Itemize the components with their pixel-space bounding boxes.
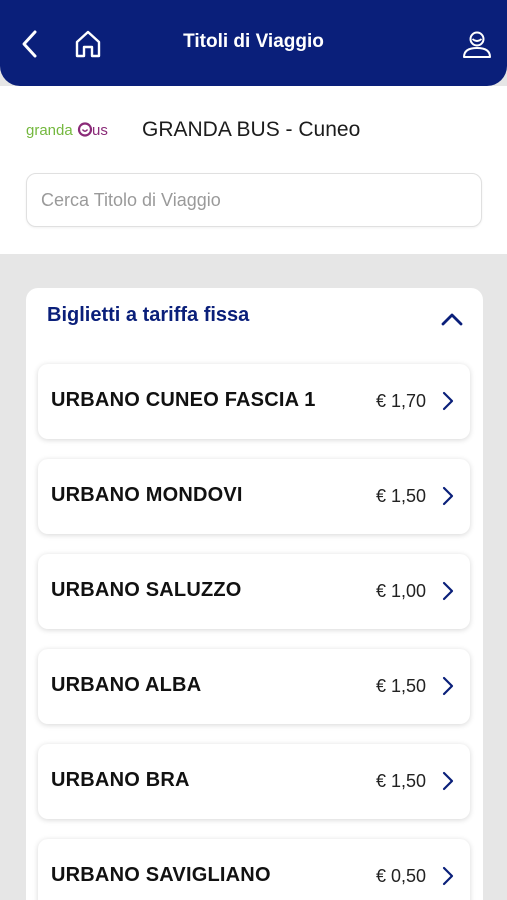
ticket-name: URBANO SALUZZO bbox=[51, 579, 242, 601]
svg-text:us: us bbox=[92, 122, 108, 139]
ticket-price: € 1,00 bbox=[375, 581, 426, 601]
ticket-price: € 1,50 bbox=[375, 676, 426, 696]
ticket-price: € 1,50 bbox=[375, 486, 426, 506]
app-header: Titoli di Viaggio bbox=[0, 0, 507, 86]
ticket-price: € 0,50 bbox=[375, 866, 426, 886]
ticket-price: € 1,50 bbox=[375, 771, 426, 791]
chevron-right-icon bbox=[442, 391, 454, 411]
ticket-name: URBANO ALBA bbox=[51, 674, 202, 696]
fixed-fare-tickets-card: Biglietti a tariffa fissa URBANO CUNEO F… bbox=[26, 288, 483, 900]
page-title: Titoli di Viaggio bbox=[183, 31, 324, 52]
chevron-right-icon bbox=[442, 676, 454, 696]
company-name: GRANDA BUS - Cuneo bbox=[142, 118, 361, 141]
brand-row: granda us GRANDA BUS - Cuneo bbox=[26, 114, 360, 146]
chevron-right-icon bbox=[442, 866, 454, 886]
granda-bus-logo: granda us bbox=[26, 118, 118, 142]
ticket-item[interactable]: URBANO MONDOVI € 1,50 bbox=[38, 459, 470, 534]
ticket-price: € 1,70 bbox=[375, 391, 426, 411]
ticket-item[interactable]: URBANO SAVIGLIANO € 0,50 bbox=[38, 839, 470, 900]
user-profile-button[interactable] bbox=[457, 24, 497, 64]
chevron-right-icon bbox=[442, 486, 454, 506]
ticket-name: URBANO CUNEO FASCIA 1 bbox=[51, 389, 316, 411]
section-title: Biglietti a tariffa fissa bbox=[47, 304, 250, 326]
svg-text:granda: granda bbox=[26, 122, 73, 139]
ticket-item[interactable]: URBANO SALUZZO € 1,00 bbox=[38, 554, 470, 629]
chevron-up-icon[interactable] bbox=[439, 306, 465, 332]
ticket-name: URBANO SAVIGLIANO bbox=[51, 864, 271, 886]
ticket-name: URBANO BRA bbox=[51, 769, 190, 791]
ticket-item[interactable]: URBANO BRA € 1,50 bbox=[38, 744, 470, 819]
search-input[interactable] bbox=[26, 173, 482, 227]
chevron-right-icon bbox=[442, 581, 454, 601]
ticket-item[interactable]: URBANO CUNEO FASCIA 1 € 1,70 bbox=[38, 364, 470, 439]
ticket-item[interactable]: URBANO ALBA € 1,50 bbox=[38, 649, 470, 724]
section-header[interactable]: Biglietti a tariffa fissa bbox=[26, 288, 483, 348]
chevron-right-icon bbox=[442, 771, 454, 791]
ticket-name: URBANO MONDOVI bbox=[51, 484, 243, 506]
user-icon bbox=[463, 31, 491, 58]
top-section: granda us GRANDA BUS - Cuneo bbox=[0, 86, 507, 254]
